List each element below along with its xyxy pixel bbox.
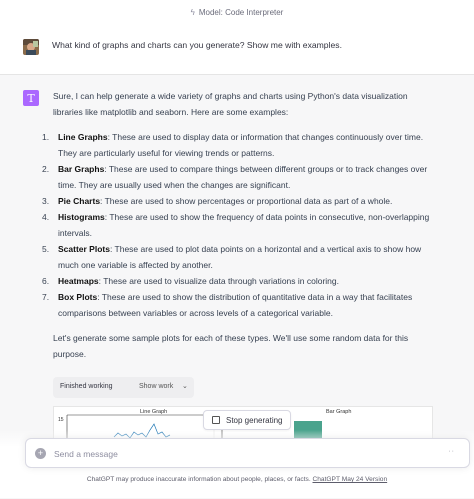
list-item-desc: : These are used to compare things betwe… xyxy=(58,164,428,190)
finished-working-panel[interactable]: Finished working Show work ⌄ xyxy=(53,377,194,398)
list-item-desc: : These are used to plot data points on … xyxy=(58,244,422,270)
assistant-outro: Let's generate some sample plots for eac… xyxy=(53,333,409,359)
typing-dots-icon: ·· xyxy=(448,448,455,455)
list-item-term: Line Graphs xyxy=(58,132,108,142)
list-item-term: Bar Graphs xyxy=(58,164,105,174)
list-item-term: Histograms xyxy=(58,212,105,222)
list-item-desc: : These are used to show the frequency o… xyxy=(58,212,430,238)
user-message-text: What kind of graphs and charts can you g… xyxy=(52,40,342,50)
list-item-desc: : These are used to display data or info… xyxy=(58,132,424,158)
message-composer: + ·· xyxy=(25,438,470,468)
list-item-desc: : These are used to show the distributio… xyxy=(58,292,413,318)
plus-circle-icon[interactable]: + xyxy=(35,448,46,459)
model-label: Model: Code Interpreter xyxy=(198,7,284,17)
list-item-desc: : These are used to show percentages or … xyxy=(100,196,393,206)
model-bar: ϟ Model: Code Interpreter xyxy=(0,0,474,25)
chevron-down-icon[interactable]: ⌄ xyxy=(182,382,188,390)
version-link[interactable]: ChatGPT May 24 Version xyxy=(313,476,388,483)
list-item-term: Pie Charts xyxy=(58,196,101,206)
footer-disclaimer: ChatGPT may produce inaccurate informati… xyxy=(0,476,474,483)
list-item: 1. Line Graphs: These are used to display… xyxy=(42,132,424,158)
message-input[interactable] xyxy=(52,445,436,463)
assistant-avatar: T xyxy=(23,90,39,106)
list-item-term: Box Plots xyxy=(58,292,98,302)
bolt-icon: ϟ xyxy=(190,7,195,17)
list-item: 2. Bar Graphs: These are used to compare … xyxy=(42,164,428,190)
list-item-term: Heatmaps xyxy=(58,276,99,286)
stop-generating-label: Stop generating xyxy=(226,415,283,425)
assistant-intro: Sure, I can help generate a wide variety… xyxy=(53,91,408,117)
assistant-message-content: Sure, I can help generate a wide variety… xyxy=(42,88,431,362)
user-avatar xyxy=(23,39,39,55)
list-item: 4. Histograms: These are used to show the… xyxy=(42,212,430,238)
list-item-desc: : These are used to visualize data throu… xyxy=(98,276,339,286)
stop-icon xyxy=(212,416,220,424)
working-status: Finished working xyxy=(60,383,113,390)
footer-text: ChatGPT may produce inaccurate informati… xyxy=(86,476,313,483)
show-work-toggle[interactable]: Show work xyxy=(139,383,173,390)
chart-types-list: 1. Line Graphs: These are used to display… xyxy=(42,129,431,321)
list-item: 7. Box Plots: These are used to show the … xyxy=(42,292,413,318)
list-item: 5. Scatter Plots: These are used to plot … xyxy=(42,244,422,270)
list-item-term: Scatter Plots xyxy=(58,244,110,254)
list-item: 3. Pie Charts: These are used to show per… xyxy=(42,196,393,206)
stop-generating-button[interactable]: Stop generating xyxy=(203,410,291,430)
list-item: 6. Heatmaps: These are used to visualize … xyxy=(42,276,339,286)
